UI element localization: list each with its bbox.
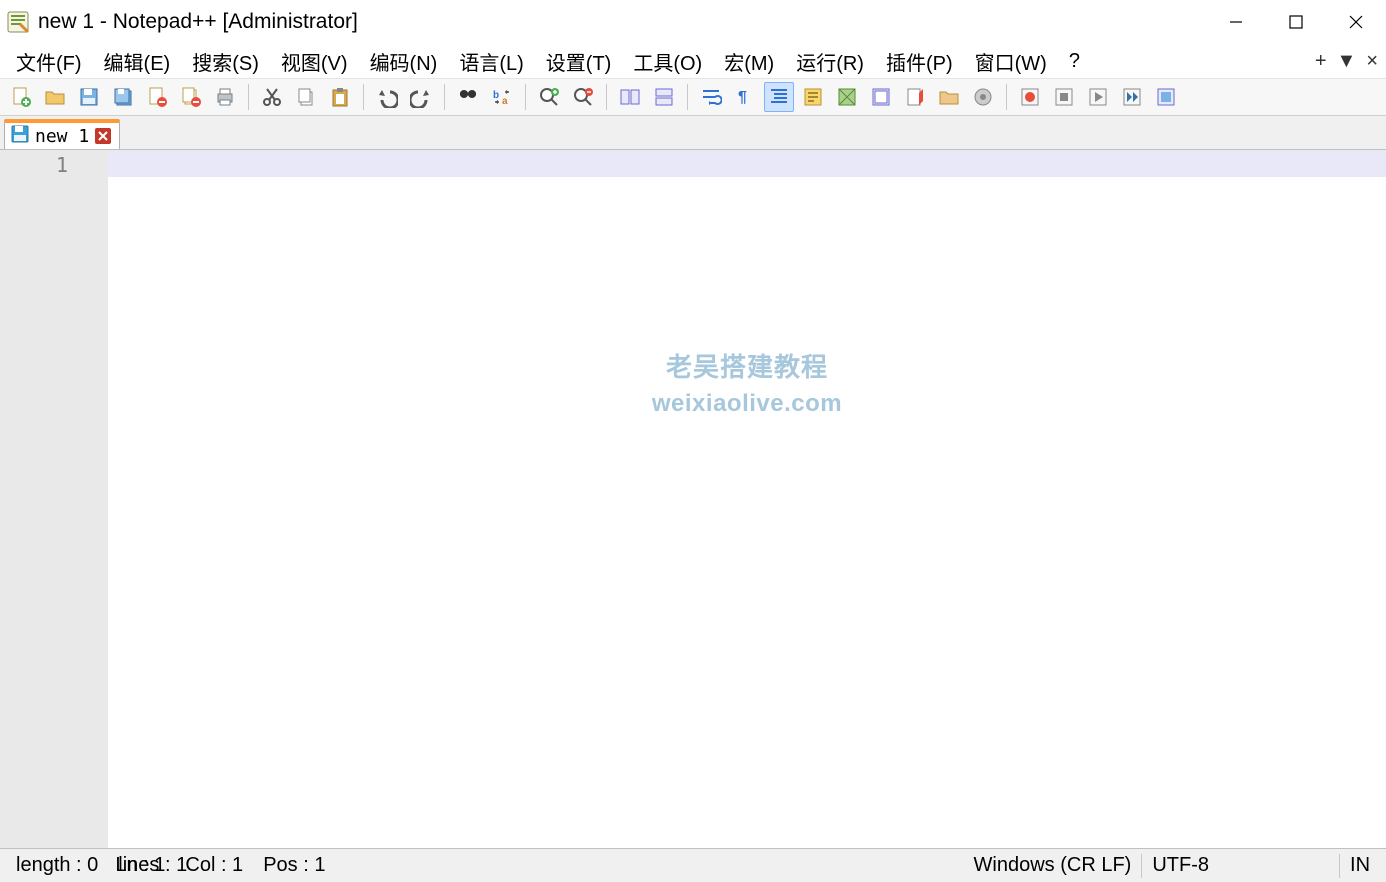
minimize-button[interactable] [1206, 0, 1266, 44]
status-col: Col : 1 [175, 854, 253, 877]
toolbar-close-icon[interactable]: × [1366, 50, 1378, 73]
toolbar-separator [248, 84, 249, 110]
editor-content[interactable]: 老吴搭建教程 weixiaolive.com [108, 151, 1386, 848]
sync-h-icon[interactable] [649, 82, 679, 112]
menu-settings[interactable]: 设置(T) [538, 45, 620, 78]
save-state-icon [11, 125, 29, 148]
menu-tools[interactable]: 工具(O) [625, 45, 710, 78]
tab-close-button[interactable] [95, 128, 111, 144]
close-button[interactable] [1326, 0, 1386, 44]
status-mode[interactable]: IN [1340, 854, 1380, 877]
toolbar-dropdown-icon[interactable]: ▼ [1337, 50, 1357, 73]
svg-text:¶: ¶ [738, 89, 747, 106]
titlebar: new 1 - Notepad++ [Administrator] [0, 0, 1386, 44]
window-title: new 1 - Notepad++ [Administrator] [38, 10, 358, 34]
menu-window[interactable]: 窗口(W) [967, 45, 1055, 78]
app-icon [6, 10, 30, 34]
status-length: length : 0 [6, 854, 108, 877]
watermark-line2: weixiaolive.com [652, 390, 842, 418]
save-icon[interactable] [74, 82, 104, 112]
paste-icon[interactable] [325, 82, 355, 112]
menu-search[interactable]: 搜索(S) [184, 45, 267, 78]
save-all-icon[interactable] [108, 82, 138, 112]
copy-icon[interactable] [291, 82, 321, 112]
save-macro-icon[interactable] [1151, 82, 1181, 112]
toolbar: ba ¶ [0, 78, 1386, 116]
status-eol[interactable]: Windows (CR LF) [964, 854, 1142, 877]
zoom-in-icon[interactable] [534, 82, 564, 112]
open-file-icon[interactable] [40, 82, 70, 112]
replace-icon[interactable]: ba [487, 82, 517, 112]
svg-text:b: b [493, 90, 499, 101]
toolbar-separator [444, 84, 445, 110]
menu-plugins[interactable]: 插件(P) [878, 45, 961, 78]
toolbar-separator [687, 84, 688, 110]
toolbar-add-icon[interactable]: + [1315, 50, 1327, 73]
menu-encoding[interactable]: 编码(N) [362, 45, 446, 78]
menu-help[interactable]: ? [1061, 48, 1088, 75]
lang-udl-icon[interactable] [798, 82, 828, 112]
redo-icon[interactable] [406, 82, 436, 112]
statusbar: length : 0 lines : 1 Ln : 1 Col : 1 Pos … [0, 848, 1386, 882]
doc-list-icon[interactable] [866, 82, 896, 112]
status-ln: Ln : 1 [105, 854, 175, 877]
tab-new-1[interactable]: new 1 [4, 119, 120, 149]
toolbar-separator [363, 84, 364, 110]
menu-edit[interactable]: 编辑(E) [96, 45, 179, 78]
doc-map-icon[interactable] [832, 82, 862, 112]
menu-macro[interactable]: 宏(M) [716, 45, 782, 78]
watermark-line1: 老吴搭建教程 [652, 347, 842, 384]
line-number-gutter: 1 [0, 151, 108, 848]
tab-label: new 1 [35, 126, 89, 147]
line-number: 1 [4, 153, 68, 177]
current-line-highlight [108, 151, 1386, 177]
zoom-out-icon[interactable] [568, 82, 598, 112]
folder-workspace-icon[interactable] [934, 82, 964, 112]
status-pos: Pos : 1 [253, 854, 335, 877]
func-list-icon[interactable] [900, 82, 930, 112]
toolbar-separator [525, 84, 526, 110]
wordwrap-icon[interactable] [696, 82, 726, 112]
play-macro-icon[interactable] [1083, 82, 1113, 112]
stop-macro-icon[interactable] [1049, 82, 1079, 112]
new-file-icon[interactable] [6, 82, 36, 112]
menu-run[interactable]: 运行(R) [788, 45, 872, 78]
record-macro-icon[interactable] [1015, 82, 1045, 112]
maximize-button[interactable] [1266, 0, 1326, 44]
monitor-icon[interactable] [968, 82, 998, 112]
tabbar: new 1 [0, 116, 1386, 150]
find-icon[interactable] [453, 82, 483, 112]
menu-language[interactable]: 语言(L) [451, 45, 531, 78]
status-encoding[interactable]: UTF-8 [1142, 854, 1219, 877]
editor-area: 1 老吴搭建教程 weixiaolive.com [0, 150, 1386, 848]
close-all-icon[interactable] [176, 82, 206, 112]
indent-guide-icon[interactable] [764, 82, 794, 112]
menubar: 文件(F) 编辑(E) 搜索(S) 视图(V) 编码(N) 语言(L) 设置(T… [0, 44, 1386, 78]
cut-icon[interactable] [257, 82, 287, 112]
watermark: 老吴搭建教程 weixiaolive.com [652, 347, 842, 418]
menu-file[interactable]: 文件(F) [8, 45, 90, 78]
show-all-chars-icon[interactable]: ¶ [730, 82, 760, 112]
close-file-icon[interactable] [142, 82, 172, 112]
print-icon[interactable] [210, 82, 240, 112]
undo-icon[interactable] [372, 82, 402, 112]
menu-view[interactable]: 视图(V) [273, 45, 356, 78]
run-multiple-macro-icon[interactable] [1117, 82, 1147, 112]
svg-text:a: a [502, 96, 508, 107]
toolbar-separator [606, 84, 607, 110]
sync-v-icon[interactable] [615, 82, 645, 112]
toolbar-separator [1006, 84, 1007, 110]
